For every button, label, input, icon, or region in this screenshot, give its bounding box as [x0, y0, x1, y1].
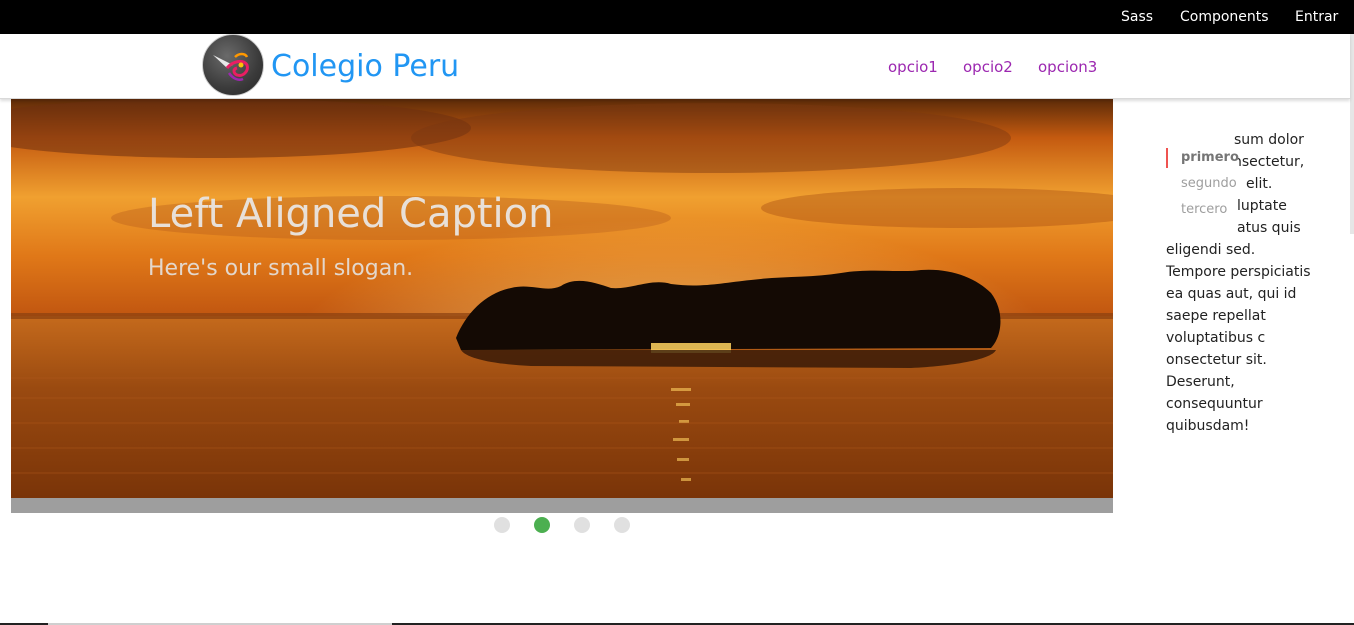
nav-link-opcio2[interactable]: opcio2 [963, 58, 1013, 76]
table-of-contents: primero segundo tercero [1166, 144, 1239, 228]
slider-indicator-dot[interactable] [614, 517, 630, 533]
hummingbird-logo-icon [213, 52, 249, 81]
slide-caption-subtitle: Here's our small slogan. [148, 256, 414, 281]
sunset-lake-image [11, 98, 1113, 498]
toc-item-segundo[interactable]: segundo [1166, 174, 1237, 194]
nav-link-opcion3[interactable]: opcion3 [1038, 58, 1097, 76]
page-scrollbar[interactable] [1350, 34, 1354, 234]
paragraph-line: onsectetur sit. [1166, 352, 1267, 368]
paragraph-line: Tempore perspiciatis [1166, 264, 1311, 280]
paragraph-line: ea quas aut, qui id [1166, 286, 1297, 302]
slide-caption-title: Left Aligned Caption [148, 191, 554, 237]
paragraph-line: Deserunt, [1166, 374, 1235, 390]
topbar-link-components[interactable]: Components [1180, 8, 1269, 26]
nav-link-opcio1[interactable]: opcio1 [888, 58, 938, 76]
top-bar: Sass Components Entrar [0, 0, 1354, 34]
paragraph-line: consequuntur [1166, 396, 1263, 412]
paragraph-line: eligendi sed. [1166, 242, 1256, 258]
image-slider[interactable]: Left Aligned Caption Here's our small sl… [11, 98, 1113, 513]
slider-indicator-dot[interactable] [494, 517, 510, 533]
slider-indicator-dot-active[interactable] [534, 517, 550, 533]
paragraph-line: quibusdam! [1166, 418, 1250, 434]
topbar-link-sass[interactable]: Sass [1121, 8, 1153, 26]
main-navbar: Colegio Peru opcio1 opcio2 opcion3 [0, 34, 1350, 99]
brand-title[interactable]: Colegio Peru [271, 49, 459, 85]
paragraph-line: voluptatibus c [1166, 330, 1266, 346]
slider-indicator-dot[interactable] [574, 517, 590, 533]
topbar-link-entrar[interactable]: Entrar [1295, 8, 1338, 26]
logo[interactable] [202, 34, 264, 96]
toc-item-primero[interactable]: primero [1166, 148, 1239, 168]
toc-item-tercero[interactable]: tercero [1166, 200, 1227, 220]
paragraph-line: saepe repellat [1166, 308, 1266, 324]
